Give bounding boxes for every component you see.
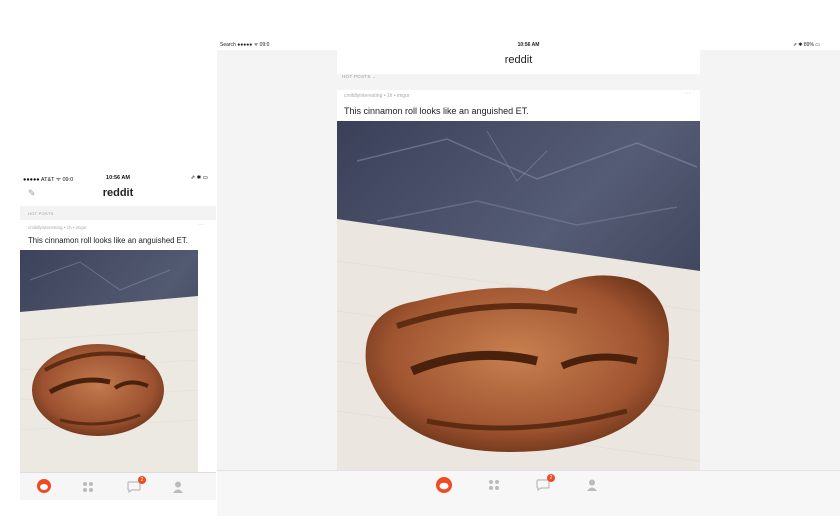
phone-post-meta[interactable]: cmildlyinteresting • 1h • imgur bbox=[28, 225, 87, 230]
screenshot-canvas: ●●●●● AT&T ᯤ 09:0 10:56 AM ⇗ ✱ ▭ ✎ reddi… bbox=[0, 0, 840, 516]
phone-status-bar: ●●●●● AT&T ᯤ 09:0 10:56 AM ⇗ ✱ ▭ bbox=[20, 170, 216, 184]
tablet-app-title: reddit bbox=[504, 54, 533, 66]
phone-post-title[interactable]: This cinnamon roll looks like an anguish… bbox=[28, 236, 188, 245]
phone-tab-bar: 2 bbox=[20, 472, 216, 500]
tablet-clock: 10:56 AM bbox=[517, 42, 540, 48]
phone-app-title: reddit bbox=[102, 187, 134, 199]
reddit-home-icon[interactable] bbox=[37, 479, 51, 498]
reddit-home-icon[interactable] bbox=[436, 477, 452, 498]
tablet-screen: Search ●●●●● ᯤ 09:0 10:56 AM ⇗ ✱ 89% ▭ r… bbox=[217, 40, 840, 516]
tablet-nav-bar: reddit bbox=[337, 50, 700, 74]
tablet-status-bar: Search ●●●●● ᯤ 09:0 10:56 AM ⇗ ✱ 89% ▭ bbox=[217, 40, 840, 50]
more-icon[interactable]: ··· bbox=[684, 90, 691, 97]
tablet-post-meta[interactable]: cmildlyinteresting • 1h • imgur bbox=[344, 93, 409, 99]
phone-clock: 10:56 AM bbox=[106, 175, 130, 181]
tablet-post-title[interactable]: This cinnamon roll looks like an anguish… bbox=[344, 106, 529, 116]
tablet-post-card[interactable]: cmildlyinteresting • 1h • imgur ··· This… bbox=[337, 90, 700, 516]
tablet-battery: ⇗ ✱ 89% ▭ bbox=[792, 42, 820, 48]
phone-nav-bar: ✎ reddit bbox=[20, 184, 216, 204]
phone-sort-label[interactable]: HOT POSTS bbox=[28, 211, 54, 216]
tablet-tab-bar: 2 bbox=[217, 470, 840, 516]
phone-battery: ⇗ ✱ ▭ bbox=[190, 175, 208, 181]
more-icon[interactable]: ··· bbox=[198, 222, 204, 228]
profile-icon[interactable] bbox=[587, 478, 597, 496]
tablet-post-image[interactable] bbox=[337, 121, 700, 471]
grid-icon[interactable] bbox=[82, 480, 94, 498]
phone-post-image[interactable] bbox=[20, 250, 198, 474]
phone-sort-bar[interactable]: HOT POSTS bbox=[20, 206, 216, 220]
profile-icon[interactable] bbox=[173, 480, 183, 498]
inbox-badge: 2 bbox=[547, 474, 555, 482]
phone-screen: ●●●●● AT&T ᯤ 09:0 10:56 AM ⇗ ✱ ▭ ✎ reddi… bbox=[20, 170, 216, 500]
tablet-sort-bar[interactable]: HOT POSTS ⌄ bbox=[342, 74, 376, 80]
tablet-sort-label[interactable]: HOT POSTS bbox=[342, 74, 371, 79]
inbox-badge: 2 bbox=[138, 476, 146, 484]
grid-icon[interactable] bbox=[488, 478, 500, 496]
